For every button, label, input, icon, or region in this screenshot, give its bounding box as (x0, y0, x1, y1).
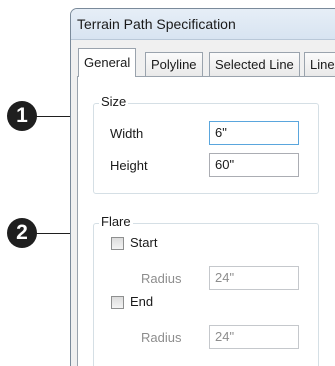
start-label[interactable]: Start (130, 235, 157, 250)
general-tab-panel: Size Width 6" Height 60" Flare Start Rad… (77, 76, 335, 366)
window-title: Terrain Path Specification (77, 16, 236, 32)
end-radius-label: Radius (141, 330, 182, 345)
terrain-path-dialog: Terrain Path Specification General Polyl… (70, 8, 335, 366)
screenshot-stage: 1 2 Terrain Path Specification General P… (0, 0, 335, 366)
tab-general[interactable]: General (78, 48, 137, 77)
tab-selected-line[interactable]: Selected Line (209, 52, 300, 76)
end-radius-field[interactable]: 24" (209, 325, 299, 349)
start-checkbox[interactable] (111, 237, 124, 250)
start-radius-field[interactable]: 24" (209, 266, 299, 290)
callout-1-badge: 1 (7, 101, 37, 131)
callout-2-badge: 2 (7, 218, 37, 248)
tab-polyline[interactable]: Polyline (145, 52, 203, 76)
flare-group-label: Flare (99, 214, 133, 229)
title-bar[interactable]: Terrain Path Specification (71, 9, 335, 40)
width-label: Width (110, 126, 144, 141)
width-field[interactable]: 6" (209, 121, 299, 145)
height-field[interactable]: 60" (209, 153, 299, 177)
tab-line[interactable]: Line (304, 52, 335, 76)
height-label: Height (110, 158, 148, 173)
size-groupbox (93, 103, 319, 194)
end-label[interactable]: End (130, 294, 153, 309)
end-checkbox[interactable] (111, 296, 124, 309)
start-radius-label: Radius (141, 271, 182, 286)
size-group-label: Size (99, 94, 129, 109)
